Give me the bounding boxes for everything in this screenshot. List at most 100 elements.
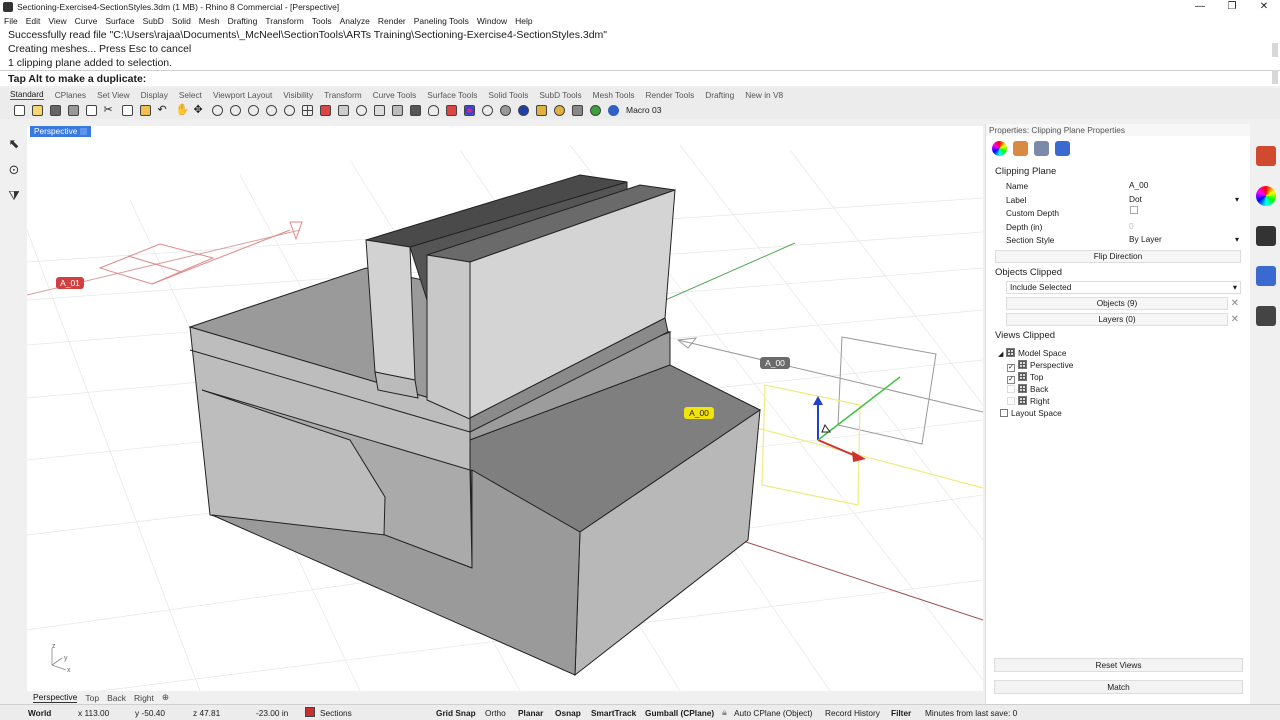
menu-edit[interactable]: Edit [26, 16, 41, 26]
rotate-view-icon[interactable] [280, 102, 298, 118]
planar-toggle[interactable]: Planar [518, 708, 543, 718]
tab-solid-tools[interactable]: Solid Tools [488, 90, 528, 100]
clear-objects-icon[interactable]: ✕ [1231, 298, 1239, 309]
gear-icon[interactable] [550, 102, 568, 118]
help-icon[interactable] [604, 102, 622, 118]
help-panel-icon[interactable] [1256, 266, 1276, 286]
gumball-toggle[interactable]: Gumball (CPlane) [645, 708, 714, 718]
gumball-toggle-icon[interactable]: ⊙ [6, 162, 22, 178]
view-tab-top[interactable]: Top [85, 693, 99, 703]
copy-icon[interactable] [118, 102, 136, 118]
label-a01[interactable]: A_01 [56, 277, 84, 289]
objects-clipped-dropdown[interactable]: Include Selected ▾ [1006, 280, 1241, 294]
minimize-button[interactable]: — [1184, 0, 1216, 14]
reset-views-button[interactable]: Reset Views [994, 658, 1243, 672]
menu-window[interactable]: Window [477, 16, 507, 26]
menu-solid[interactable]: Solid [172, 16, 191, 26]
flip-direction-button[interactable]: Flip Direction [995, 249, 1241, 263]
perspective-viewport[interactable]: Perspective A_01 A_00 A_00 z x y [27, 126, 983, 691]
zoom-selected-icon[interactable] [262, 102, 280, 118]
color-wheel-icon[interactable] [992, 141, 1007, 156]
viewport-menu-icon[interactable] [80, 128, 88, 136]
tab-drafting[interactable]: Drafting [705, 90, 734, 100]
menu-render[interactable]: Render [378, 16, 406, 26]
cut-icon[interactable]: ✂ [100, 102, 118, 118]
label-a00-grey[interactable]: A_00 [760, 357, 790, 369]
ortho-toggle[interactable]: Ortho [485, 708, 506, 718]
tab-select[interactable]: Select [179, 90, 202, 100]
match-button[interactable]: Match [994, 680, 1243, 694]
tree-back[interactable]: Back [998, 383, 1250, 395]
tab-new-in-v8[interactable]: New in V8 [745, 90, 783, 100]
filter-toggle[interactable]: Filter [891, 708, 911, 718]
record-history-toggle[interactable]: Record History [825, 708, 880, 718]
zoom-icon[interactable] [208, 102, 226, 118]
tree-right[interactable]: Right [998, 395, 1250, 407]
options-icon[interactable] [568, 102, 586, 118]
hide-icon[interactable] [388, 102, 406, 118]
maximize-button[interactable]: ❐ [1216, 0, 1248, 14]
tab-curve-tools[interactable]: Curve Tools [373, 90, 417, 100]
tab-cplanes[interactable]: CPlanes [55, 90, 86, 100]
menu-subd[interactable]: SubD [143, 16, 164, 26]
layer-color-swatch[interactable] [305, 707, 315, 717]
tab-set-view[interactable]: Set View [97, 90, 130, 100]
filter-icon[interactable]: ⧩ [6, 188, 22, 204]
object-properties-icon[interactable] [1055, 141, 1070, 156]
prompt-scrollbar[interactable] [1272, 70, 1278, 84]
add-view-tab-button[interactable]: ⊕ [162, 692, 169, 703]
menu-mesh[interactable]: Mesh [199, 16, 220, 26]
undo-icon[interactable]: ↶ [154, 102, 172, 118]
display-panel-icon[interactable] [1256, 226, 1276, 246]
open-folder-icon[interactable] [28, 102, 46, 118]
layers-button[interactable]: Layers (0) ✕ [1006, 312, 1239, 326]
osnap-toggle[interactable]: Osnap [555, 708, 581, 718]
tree-perspective[interactable]: ✓ Perspective [998, 359, 1250, 372]
depth-field[interactable]: 0 [1126, 219, 1243, 232]
save-icon[interactable] [46, 102, 64, 118]
paint-brush-icon[interactable] [1013, 141, 1028, 156]
view-tab-right[interactable]: Right [134, 693, 154, 703]
objects-button[interactable]: Objects (9) ✕ [1006, 296, 1239, 310]
tab-subd-tools[interactable]: SubD Tools [539, 90, 581, 100]
auto-cplane-toggle[interactable]: Auto CPlane (Object) [734, 708, 812, 718]
grid-snap-toggle[interactable]: Grid Snap [436, 708, 476, 718]
current-layer[interactable]: Sections [320, 708, 352, 718]
menu-transform[interactable]: Transform [265, 16, 303, 26]
menu-view[interactable]: View [48, 16, 66, 26]
menu-paneling-tools[interactable]: Paneling Tools [414, 16, 469, 26]
tab-surface-tools[interactable]: Surface Tools [427, 90, 477, 100]
tab-render-tools[interactable]: Render Tools [645, 90, 694, 100]
pointer-icon[interactable]: ⬉ [6, 136, 22, 152]
clipping-plane-icon[interactable] [1034, 141, 1049, 156]
print-icon[interactable] [64, 102, 82, 118]
back-checkbox[interactable] [1007, 384, 1015, 393]
select-icon[interactable] [316, 102, 334, 118]
move-icon[interactable]: ✥ [190, 102, 208, 118]
viewport-title-tab[interactable]: Perspective [30, 126, 92, 137]
view-tab-perspective[interactable]: Perspective [33, 692, 78, 703]
four-views-icon[interactable] [298, 102, 316, 118]
analyze-icon[interactable] [478, 102, 496, 118]
new-file-icon[interactable] [10, 102, 28, 118]
import-icon[interactable] [82, 102, 100, 118]
menu-analyze[interactable]: Analyze [340, 16, 370, 26]
light-bulb-icon[interactable] [424, 102, 442, 118]
label-dropdown[interactable]: Dot [1126, 192, 1243, 205]
layers-panel-icon[interactable] [1256, 146, 1276, 166]
close-button[interactable]: ✕ [1248, 0, 1280, 14]
tree-model-space[interactable]: ◢ Model Space [998, 347, 1250, 359]
paste-icon[interactable] [136, 102, 154, 118]
properties-icon[interactable] [370, 102, 388, 118]
tab-mesh-tools[interactable]: Mesh Tools [593, 90, 635, 100]
smarttrack-toggle[interactable]: SmartTrack [591, 708, 636, 718]
menu-drafting[interactable]: Drafting [228, 16, 258, 26]
tree-top[interactable]: ✓ Top [998, 371, 1250, 384]
render-sphere-icon[interactable] [514, 102, 532, 118]
menu-surface[interactable]: Surface [105, 16, 134, 26]
name-field[interactable]: A_00 [1126, 179, 1243, 191]
camera-icon[interactable] [1256, 306, 1276, 326]
display-mode-icon[interactable] [496, 102, 514, 118]
tab-display[interactable]: Display [141, 90, 168, 100]
snap-icon[interactable] [352, 102, 370, 118]
